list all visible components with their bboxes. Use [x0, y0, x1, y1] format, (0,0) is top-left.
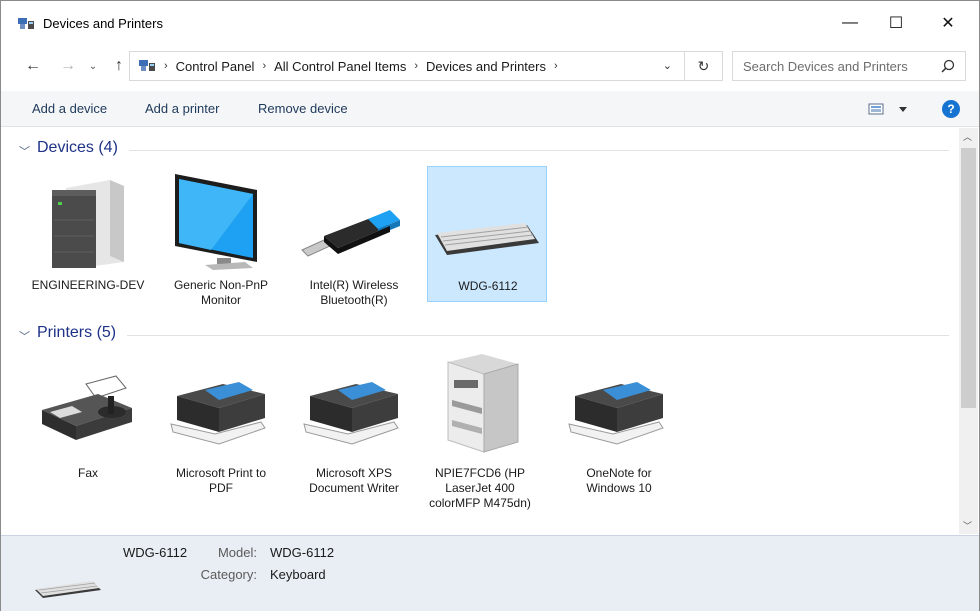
- device-item-generic-monitor[interactable]: Generic Non-PnP Monitor: [161, 166, 281, 307]
- collapse-chevron-icon[interactable]: ﹀: [19, 328, 30, 344]
- device-label: WDG-6112: [458, 279, 518, 293]
- printer-item-hp-laserjet[interactable]: NPIE7FCD6 (HP LaserJet 400 colorMFP M475…: [420, 354, 540, 534]
- group-divider: [129, 150, 949, 151]
- scrollbar-thumb[interactable]: [961, 148, 976, 408]
- close-button[interactable]: ✕: [925, 1, 971, 45]
- devices-and-printers-window: Devices and Printers — ☐ ✕ ← → ⌄ ↑ › Con…: [0, 0, 980, 611]
- breadcrumb-separator[interactable]: ›: [414, 60, 418, 72]
- devices-printers-app-icon: [18, 18, 34, 29]
- monitor-icon: [175, 174, 257, 270]
- fax-icon: [42, 375, 132, 440]
- search-input[interactable]: Search Devices and Printers: [732, 51, 966, 81]
- address-bar[interactable]: › Control Panel › All Control Panel Item…: [129, 51, 685, 81]
- back-button[interactable]: ←: [23, 55, 43, 77]
- device-label: Generic Non-PnP Monitor: [173, 278, 269, 307]
- scroll-up-arrow-icon[interactable]: ︿: [963, 130, 972, 143]
- scroll-down-arrow-icon[interactable]: ﹀: [963, 519, 972, 532]
- group-divider: [127, 335, 949, 336]
- search-placeholder: Search Devices and Printers: [743, 59, 908, 74]
- details-category-label: Category:: [200, 567, 257, 582]
- maximize-button[interactable]: ☐: [873, 1, 919, 45]
- add-printer-button[interactable]: Add a printer: [145, 101, 219, 116]
- details-device-name: WDG-6112: [123, 545, 188, 560]
- breadcrumb-control-panel[interactable]: Control Panel: [176, 59, 255, 74]
- up-button[interactable]: ↑: [109, 55, 129, 77]
- breadcrumb-separator[interactable]: ›: [554, 60, 558, 72]
- breadcrumb-separator: ›: [164, 60, 168, 72]
- devices-group-header[interactable]: ﹀ Devices (4): [1, 138, 951, 164]
- address-history-dropdown[interactable]: ⌄: [663, 59, 672, 72]
- printer-label: Fax: [77, 466, 98, 480]
- vertical-scrollbar[interactable]: ︿ ﹀: [959, 128, 978, 534]
- printer-label: Microsoft XPS Document Writer: [309, 466, 399, 495]
- navigation-bar: ← → ⌄ ↑ › Control Panel › All Control Pa…: [1, 45, 979, 89]
- printer-item-print-to-pdf[interactable]: Microsoft Print to PDF: [161, 354, 281, 495]
- details-category-value: Keyboard: [270, 567, 326, 582]
- details-model-value: WDG-6112: [270, 545, 335, 560]
- details-model-label: Model:: [217, 545, 257, 560]
- add-device-button[interactable]: Add a device: [32, 101, 107, 116]
- printer-label: OneNote for Windows 10: [586, 466, 652, 495]
- usb-dongle-icon: [301, 210, 400, 257]
- refresh-button[interactable]: ↻: [685, 51, 723, 81]
- command-bar: Add a device Add a printer Remove device…: [1, 91, 979, 127]
- printers-group-title: Printers (5): [37, 324, 117, 341]
- keyboard-icon: [435, 223, 539, 255]
- printer-item-onenote[interactable]: OneNote for Windows 10: [559, 354, 679, 495]
- printer-item-fax[interactable]: Fax: [28, 354, 148, 480]
- printer-icon: [568, 382, 664, 445]
- forward-button[interactable]: →: [58, 55, 78, 77]
- window-title: Devices and Printers: [43, 16, 163, 31]
- title-bar: Devices and Printers — ☐ ✕: [1, 1, 979, 45]
- computer-tower-icon: [52, 180, 124, 268]
- device-item-wdg-6112[interactable]: WDG-6112: [427, 166, 547, 302]
- printer-item-xps-writer[interactable]: Microsoft XPS Document Writer: [294, 354, 414, 495]
- change-view-button[interactable]: [867, 101, 913, 117]
- device-label: Intel(R) Wireless Bluetooth(R): [309, 278, 399, 307]
- collapse-chevron-icon[interactable]: ﹀: [19, 143, 30, 159]
- device-item-engineering-dev[interactable]: ENGINEERING-DEV: [28, 166, 148, 304]
- search-icon: [941, 59, 955, 73]
- printer-icon: [170, 382, 266, 445]
- control-panel-icon: [139, 60, 155, 71]
- devices-group-title: Devices (4): [37, 139, 118, 156]
- recent-locations-button[interactable]: ⌄: [83, 55, 103, 77]
- breadcrumb-all-items[interactable]: All Control Panel Items: [274, 59, 406, 74]
- breadcrumb-separator[interactable]: ›: [262, 60, 266, 72]
- minimize-button[interactable]: —: [827, 1, 873, 45]
- printer-label: NPIE7FCD6 (HP LaserJet 400 colorMFP M475…: [429, 466, 531, 510]
- printers-group-header[interactable]: ﹀ Printers (5): [1, 323, 951, 349]
- devices-content-area: ﹀ Devices (4) ENGINEERING-DEV Generic No…: [1, 128, 959, 534]
- device-item-intel-bluetooth[interactable]: Intel(R) Wireless Bluetooth(R): [294, 166, 414, 307]
- breadcrumb-devices-printers[interactable]: Devices and Printers: [426, 59, 546, 74]
- printer-icon: [303, 382, 399, 445]
- details-pane: WDG-6112 Model: WDG-6112 Category: Keybo…: [1, 535, 979, 611]
- printer-label: Microsoft Print to PDF: [175, 466, 267, 495]
- help-button[interactable]: ?: [942, 100, 960, 118]
- remove-device-button[interactable]: Remove device: [258, 101, 348, 116]
- keyboard-thumbnail-icon: [35, 581, 101, 598]
- device-label: ENGINEERING-DEV: [31, 278, 145, 292]
- mfp-printer-icon: [447, 354, 519, 453]
